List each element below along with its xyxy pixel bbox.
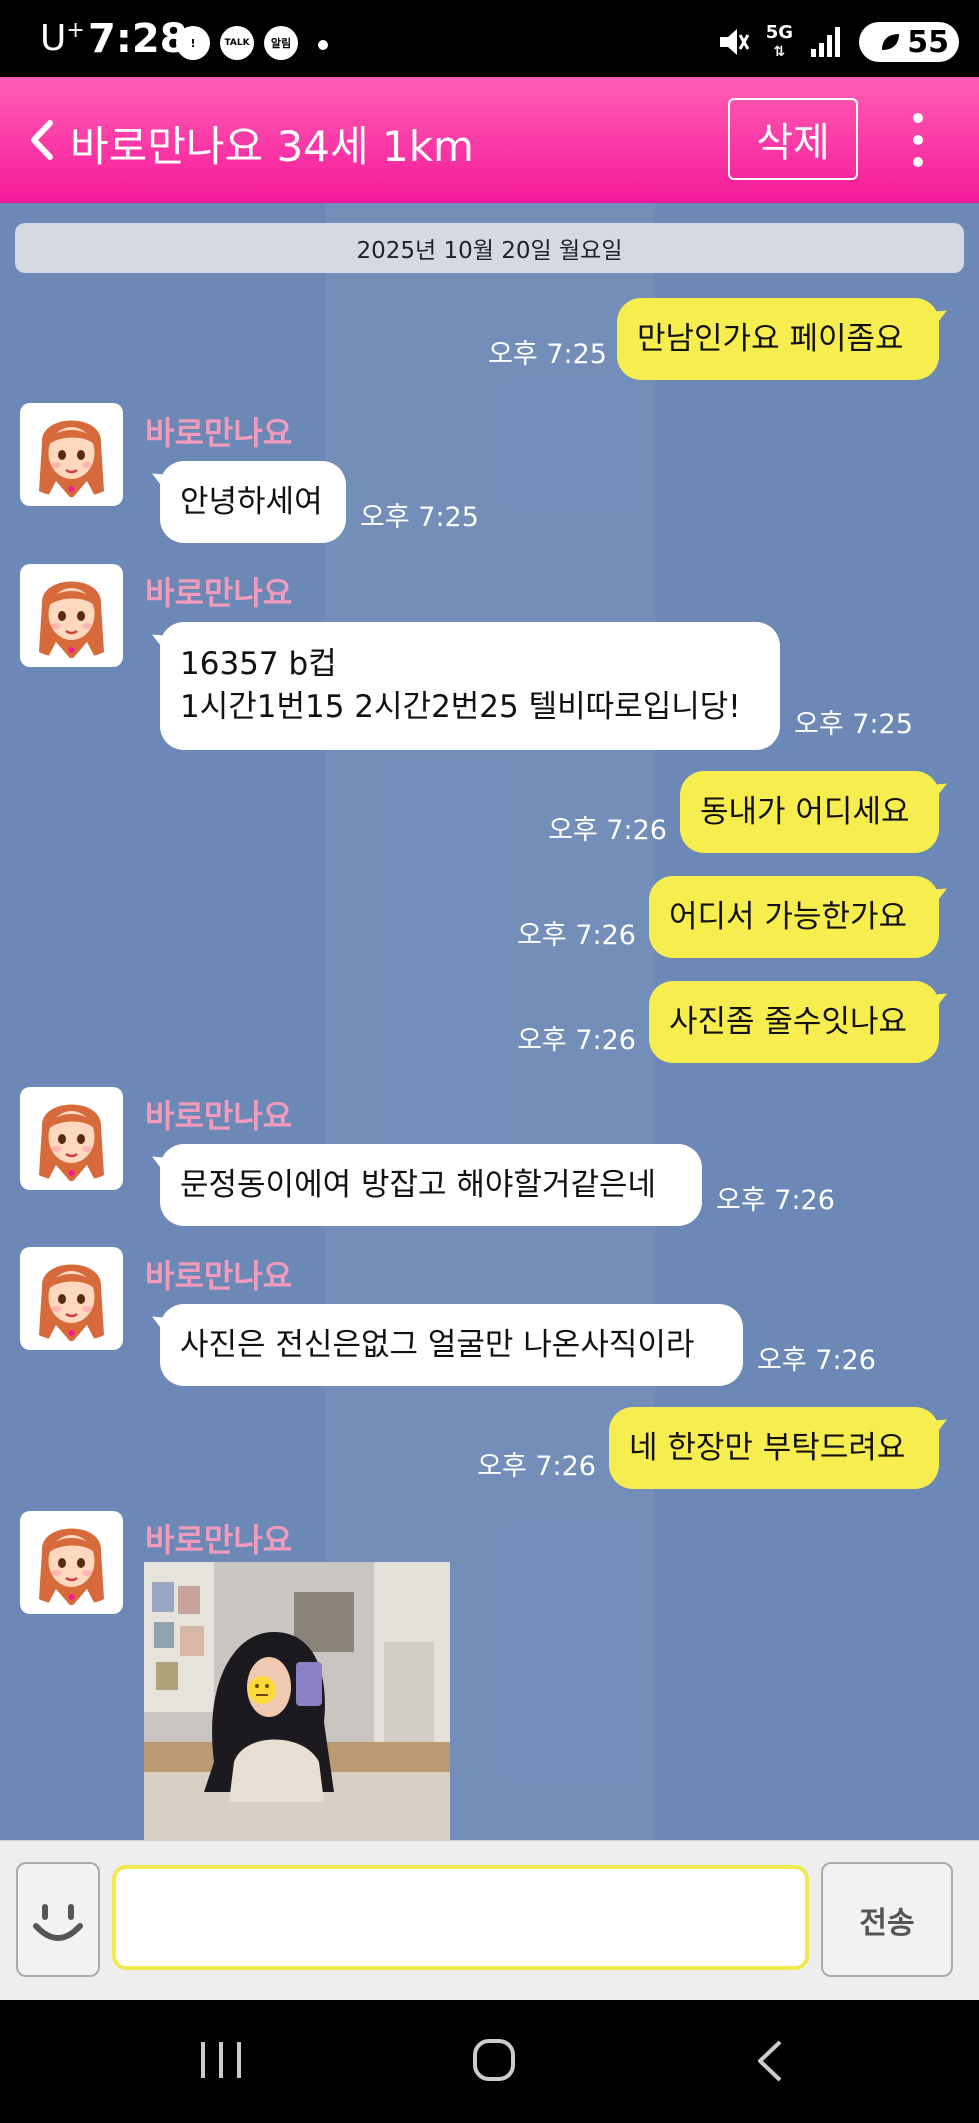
network-5g-icon: 5G ⇅	[765, 21, 793, 60]
talk-notification-icon: TALK	[220, 26, 254, 60]
incoming-message[interactable]: 안녕하세여	[160, 461, 346, 543]
chat-header: 바로만나요 34세 1km 삭제	[0, 77, 979, 203]
emoticon-button[interactable]	[16, 1862, 100, 1977]
status-bar: U+ 7:28 ! TALK 알림 5G ⇅ 55	[0, 0, 979, 77]
avatar[interactable]	[20, 564, 123, 667]
incoming-message[interactable]: 문정동이에여 방잡고 해야할거같은네	[160, 1144, 702, 1226]
avatar[interactable]	[20, 403, 123, 506]
outgoing-message[interactable]: 사진좀 줄수잇나요	[649, 981, 939, 1063]
home-icon[interactable]	[472, 2038, 516, 2082]
outgoing-message[interactable]: 네 한장만 부탁드려요	[609, 1407, 939, 1489]
message-line: 1시간1번15 2시간2번25 텔비따로입니당!	[180, 689, 741, 725]
send-button[interactable]: 전송	[821, 1862, 953, 1977]
sender-name: 바로만나요	[145, 1257, 293, 1295]
avatar[interactable]	[20, 1247, 123, 1350]
message-line: 16357 b컵	[180, 646, 337, 682]
more-notifications-dot	[318, 40, 328, 50]
message-time: 오후 7:26	[716, 1185, 835, 1216]
message-time: 오후 7:25	[488, 339, 607, 370]
message-time: 오후 7:26	[517, 920, 636, 951]
photo-message[interactable]	[144, 1562, 450, 1840]
carrier-label: U+	[40, 18, 85, 59]
message-time: 오후 7:26	[548, 815, 667, 846]
system-nav-bar	[0, 2000, 979, 2123]
outgoing-message[interactable]: 동내가 어디세요	[680, 771, 939, 853]
back-icon[interactable]	[752, 2038, 786, 2084]
sender-name: 바로만나요	[145, 1521, 293, 1559]
leaf-icon	[882, 34, 900, 50]
smiley-icon	[33, 1904, 83, 1941]
avatar-girl-icon	[39, 1528, 104, 1614]
sender-name: 바로만나요	[145, 1097, 293, 1135]
chat-messages[interactable]: 2025년 10월 20일 월요일 오후 7:25 만남인가요 페이좀요 바로만…	[0, 203, 979, 1840]
alarm-notification-icon: 알림	[264, 26, 298, 60]
outgoing-message[interactable]: 어디서 가능한가요	[649, 876, 939, 958]
incoming-message[interactable]: 16357 b컵 1시간1번15 2시간2번25 텔비따로입니당!	[160, 622, 780, 750]
status-time: 7:28	[88, 16, 188, 62]
outgoing-message[interactable]: 만남인가요 페이좀요	[617, 298, 939, 380]
back-arrow-icon[interactable]	[22, 115, 62, 165]
battery-level: 55	[907, 24, 949, 60]
message-time: 오후 7:26	[517, 1025, 636, 1056]
avatar[interactable]	[20, 1087, 123, 1190]
avatar-girl-icon	[39, 1104, 104, 1190]
date-divider: 2025년 10월 20일 월요일	[15, 223, 964, 273]
message-input[interactable]	[112, 1865, 809, 1970]
chat-title: 바로만나요 34세 1km	[70, 122, 474, 171]
signal-icon	[811, 27, 840, 57]
avatar[interactable]	[20, 1511, 123, 1614]
incoming-message[interactable]: 사진은 전신은없그 얼굴만 나온사직이라	[160, 1304, 743, 1386]
sender-name: 바로만나요	[145, 574, 293, 612]
status-icons: 5G ⇅ 55	[716, 22, 959, 62]
sender-name: 바로만나요	[145, 414, 293, 452]
more-options-icon[interactable]	[905, 110, 931, 170]
recent-apps-icon[interactable]	[198, 2040, 244, 2080]
avatar-girl-icon	[39, 1264, 104, 1350]
avatar-girl-icon	[39, 420, 104, 506]
alert-notification-icon: !	[176, 26, 210, 60]
message-time: 오후 7:25	[360, 502, 479, 533]
photo-image	[144, 1562, 450, 1840]
delete-button[interactable]: 삭제	[728, 98, 858, 180]
message-time: 오후 7:26	[757, 1345, 876, 1376]
message-time: 오후 7:26	[477, 1451, 596, 1482]
message-time: 오후 7:25	[794, 709, 913, 740]
message-input-bar: 전송	[0, 1840, 979, 2000]
mute-icon	[719, 29, 749, 55]
battery-icon: 55	[859, 22, 959, 62]
avatar-girl-icon	[39, 581, 104, 667]
